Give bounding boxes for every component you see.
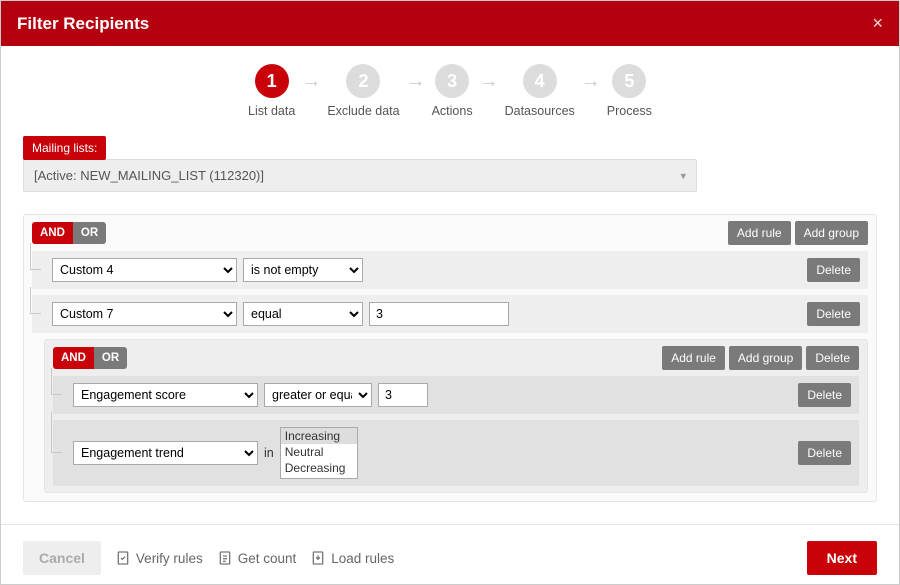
clipboard-list-icon: [217, 550, 233, 566]
add-group-button[interactable]: Add group: [729, 346, 802, 370]
step-actions[interactable]: 3 Actions: [432, 64, 473, 118]
rule-row: Engagement trend in Increasing Neutral D…: [53, 420, 859, 486]
delete-rule-button[interactable]: Delete: [798, 383, 851, 407]
get-count-button[interactable]: Get count: [217, 550, 297, 566]
close-icon[interactable]: ×: [872, 13, 883, 34]
step-circle: 1: [255, 64, 289, 98]
step-label: Process: [607, 104, 652, 118]
modal-title: Filter Recipients: [17, 14, 149, 34]
field-select[interactable]: Engagement trend: [73, 441, 258, 465]
mailing-lists-section: Mailing lists: [Active: NEW_MAILING_LIST…: [23, 136, 877, 192]
verify-rules-label: Verify rules: [136, 551, 203, 566]
group-header: AND OR Add rule Add group Delete: [45, 340, 867, 376]
group-header: AND OR Add rule Add group: [24, 215, 876, 251]
logic-or-button[interactable]: OR: [94, 347, 127, 369]
modal-footer: Cancel Verify rules Get count Load rules…: [1, 524, 899, 584]
stepper: 1 List data → 2 Exclude data → 3 Actions…: [23, 64, 877, 118]
step-datasources[interactable]: 4 Datasources: [505, 64, 575, 118]
add-rule-button[interactable]: Add rule: [662, 346, 725, 370]
step-label: Datasources: [505, 104, 575, 118]
delete-rule-button[interactable]: Delete: [798, 441, 851, 465]
load-rules-button[interactable]: Load rules: [310, 550, 394, 566]
mailing-lists-label: Mailing lists:: [23, 136, 106, 160]
cancel-button[interactable]: Cancel: [23, 541, 101, 575]
load-rules-label: Load rules: [331, 551, 394, 566]
rule-row: Engagement score greater or equal Delete: [53, 376, 859, 414]
field-select[interactable]: Custom 4: [52, 258, 237, 282]
chevron-right-icon: →: [581, 70, 601, 93]
next-button[interactable]: Next: [807, 541, 877, 575]
chevron-right-icon: →: [479, 70, 499, 93]
field-select[interactable]: Custom 7: [52, 302, 237, 326]
option-increasing[interactable]: Increasing: [281, 428, 357, 444]
modal-body: 1 List data → 2 Exclude data → 3 Actions…: [1, 46, 899, 584]
rule-group-inner: AND OR Add rule Add group Delete Engagem…: [44, 339, 868, 493]
mailing-list-select[interactable]: [Active: NEW_MAILING_LIST (112320)]: [23, 159, 697, 192]
value-input[interactable]: [378, 383, 428, 407]
step-circle: 4: [523, 64, 557, 98]
step-exclude-data[interactable]: 2 Exclude data: [327, 64, 399, 118]
clipboard-download-icon: [310, 550, 326, 566]
modal-header: Filter Recipients ×: [1, 1, 899, 46]
delete-rule-button[interactable]: Delete: [807, 302, 860, 326]
step-label: Actions: [432, 104, 473, 118]
step-circle: 5: [612, 64, 646, 98]
step-process[interactable]: 5 Process: [607, 64, 652, 118]
step-label: List data: [248, 104, 295, 118]
operator-select[interactable]: greater or equal: [264, 383, 372, 407]
operator-select[interactable]: is not empty: [243, 258, 363, 282]
in-label: in: [264, 446, 274, 460]
rule-group-outer: AND OR Add rule Add group Custom 4 is no…: [23, 214, 877, 502]
delete-group-button[interactable]: Delete: [806, 346, 859, 370]
filter-recipients-modal: Filter Recipients × 1 List data → 2 Excl…: [0, 0, 900, 585]
value-input[interactable]: [369, 302, 509, 326]
mailing-list-selected: [Active: NEW_MAILING_LIST (112320)]: [34, 168, 264, 183]
logic-and-button[interactable]: AND: [32, 222, 73, 244]
logic-or-button[interactable]: OR: [73, 222, 106, 244]
step-list-data[interactable]: 1 List data: [248, 64, 295, 118]
field-select[interactable]: Engagement score: [73, 383, 258, 407]
operator-select[interactable]: equal: [243, 302, 363, 326]
step-circle: 2: [346, 64, 380, 98]
verify-rules-button[interactable]: Verify rules: [115, 550, 203, 566]
option-decreasing[interactable]: Decreasing: [281, 460, 357, 476]
chevron-right-icon: →: [406, 70, 426, 93]
trend-multiselect[interactable]: Increasing Neutral Decreasing: [280, 427, 358, 479]
rule-row: Custom 4 is not empty Delete: [32, 251, 868, 289]
get-count-label: Get count: [238, 551, 297, 566]
logic-and-button[interactable]: AND: [53, 347, 94, 369]
rule-row: Custom 7 equal Delete: [32, 295, 868, 333]
add-rule-button[interactable]: Add rule: [728, 221, 791, 245]
step-label: Exclude data: [327, 104, 399, 118]
clipboard-check-icon: [115, 550, 131, 566]
delete-rule-button[interactable]: Delete: [807, 258, 860, 282]
option-neutral[interactable]: Neutral: [281, 444, 357, 460]
add-group-button[interactable]: Add group: [795, 221, 868, 245]
chevron-right-icon: →: [301, 70, 321, 93]
step-circle: 3: [435, 64, 469, 98]
